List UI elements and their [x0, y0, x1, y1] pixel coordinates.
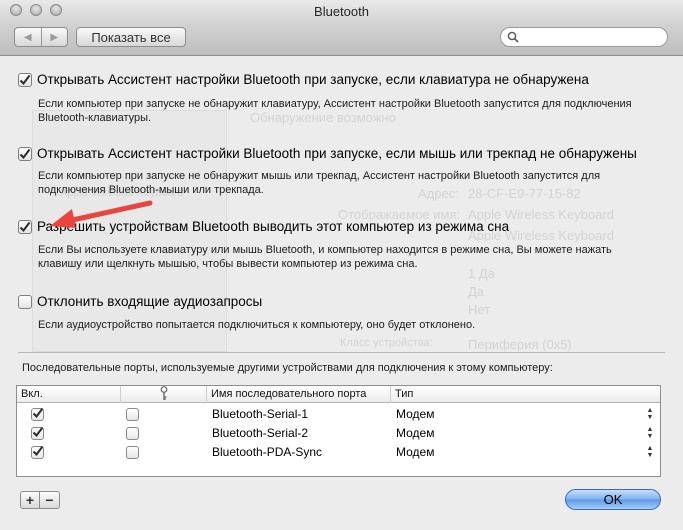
column-header-enabled[interactable]: Вкл.: [17, 386, 121, 403]
table-row[interactable]: Bluetooth-Serial-2 Модем ▲ ▼: [17, 424, 660, 443]
key-icon: [160, 386, 167, 400]
red-arrow-annotation: [50, 200, 153, 228]
serial-ports-table[interactable]: Вкл. Имя последовательного порта Тип Blu…: [16, 385, 661, 477]
column-header-port-name[interactable]: Имя последовательного порта: [207, 386, 391, 403]
row-enabled-checkbox[interactable]: [31, 445, 44, 459]
row-secure-checkbox[interactable]: [126, 446, 139, 459]
option-keyboard-assistant[interactable]: Открывать Ассистент настройки Bluetooth …: [18, 72, 589, 87]
window-title: Bluetooth: [314, 4, 369, 19]
row-secure-checkbox[interactable]: [126, 408, 139, 421]
reject-audio-description: Если аудиоустройство попытается подключи…: [38, 319, 476, 331]
background-class-label: Класс устройства:: [340, 337, 433, 349]
checkmark-icon: [32, 445, 44, 457]
keyboard-assistant-checkbox[interactable]: [18, 72, 32, 87]
port-name: Bluetooth-PDA-Sync: [212, 445, 323, 459]
checkmark-icon: [19, 74, 31, 85]
column-header-secure[interactable]: [121, 386, 207, 403]
search-icon: [507, 31, 519, 43]
table-row[interactable]: Bluetooth-PDA-Sync Модем ▲ ▼: [17, 443, 660, 462]
mouse-assistant-checkbox[interactable]: [18, 146, 32, 161]
keyboard-assistant-description: Если компьютер при запуске не обнаружит …: [38, 98, 632, 124]
port-type[interactable]: Модем: [396, 443, 434, 462]
port-name: Bluetooth-Serial-2: [212, 426, 309, 440]
title-bar: Bluetooth ◀ ▶ Показать все: [0, 0, 683, 56]
row-enabled-checkbox[interactable]: [31, 426, 44, 440]
type-stepper-icon[interactable]: ▲ ▼: [646, 445, 654, 460]
search-field[interactable]: [500, 27, 668, 47]
type-stepper-icon[interactable]: ▲ ▼: [646, 426, 654, 441]
checkmark-icon: [32, 426, 44, 438]
wake-from-sleep-description: Если Вы используете клавиатуру или мышь …: [38, 244, 612, 270]
mouse-assistant-description: Если компьютер при запуске не обнаружит …: [38, 170, 601, 196]
keyboard-assistant-label[interactable]: Открывать Ассистент настройки Bluetooth …: [37, 72, 589, 87]
row-enabled-checkbox[interactable]: [31, 407, 44, 421]
port-type[interactable]: Модем: [396, 405, 434, 424]
mouse-assistant-label[interactable]: Открывать Ассистент настройки Bluetooth …: [37, 146, 637, 161]
remove-port-button[interactable]: −: [40, 491, 60, 509]
ok-button[interactable]: OK: [565, 489, 661, 510]
wake-from-sleep-checkbox[interactable]: [18, 219, 32, 234]
table-header: Вкл. Имя последовательного порта Тип: [17, 386, 660, 403]
port-name: Bluetooth-Serial-1: [212, 407, 309, 421]
forward-button[interactable]: ▶: [42, 28, 68, 46]
back-forward-control: ◀ ▶: [14, 27, 68, 47]
bluetooth-preferences-window: Bluetooth ◀ ▶ Показать все Обнаружение в…: [0, 0, 683, 530]
column-header-type[interactable]: Тип: [391, 386, 660, 403]
add-port-button[interactable]: +: [20, 491, 40, 509]
reject-audio-label[interactable]: Отклонить входящие аудиозапросы: [37, 294, 262, 309]
background-class-value: Периферия (0x5): [468, 337, 572, 352]
checkmark-icon: [19, 221, 31, 232]
port-type[interactable]: Модем: [396, 424, 434, 443]
background-no: Нет: [468, 302, 491, 317]
section-divider: [18, 352, 665, 353]
option-mouse-assistant[interactable]: Открывать Ассистент настройки Bluetooth …: [18, 146, 637, 161]
option-reject-audio[interactable]: Отклонить входящие аудиозапросы: [18, 294, 262, 309]
checkmark-icon: [19, 148, 31, 159]
show-all-button[interactable]: Показать все: [76, 27, 186, 47]
table-row[interactable]: Bluetooth-Serial-1 Модем ▲ ▼: [17, 405, 660, 424]
type-stepper-icon[interactable]: ▲ ▼: [646, 407, 654, 422]
background-yes-2: Да: [468, 284, 485, 299]
reject-audio-checkbox[interactable]: [18, 294, 32, 309]
serial-ports-caption: Последовательные порты, используемые дру…: [22, 362, 553, 374]
checkmark-icon: [32, 407, 44, 419]
back-button[interactable]: ◀: [15, 28, 42, 46]
row-secure-checkbox[interactable]: [126, 427, 139, 440]
